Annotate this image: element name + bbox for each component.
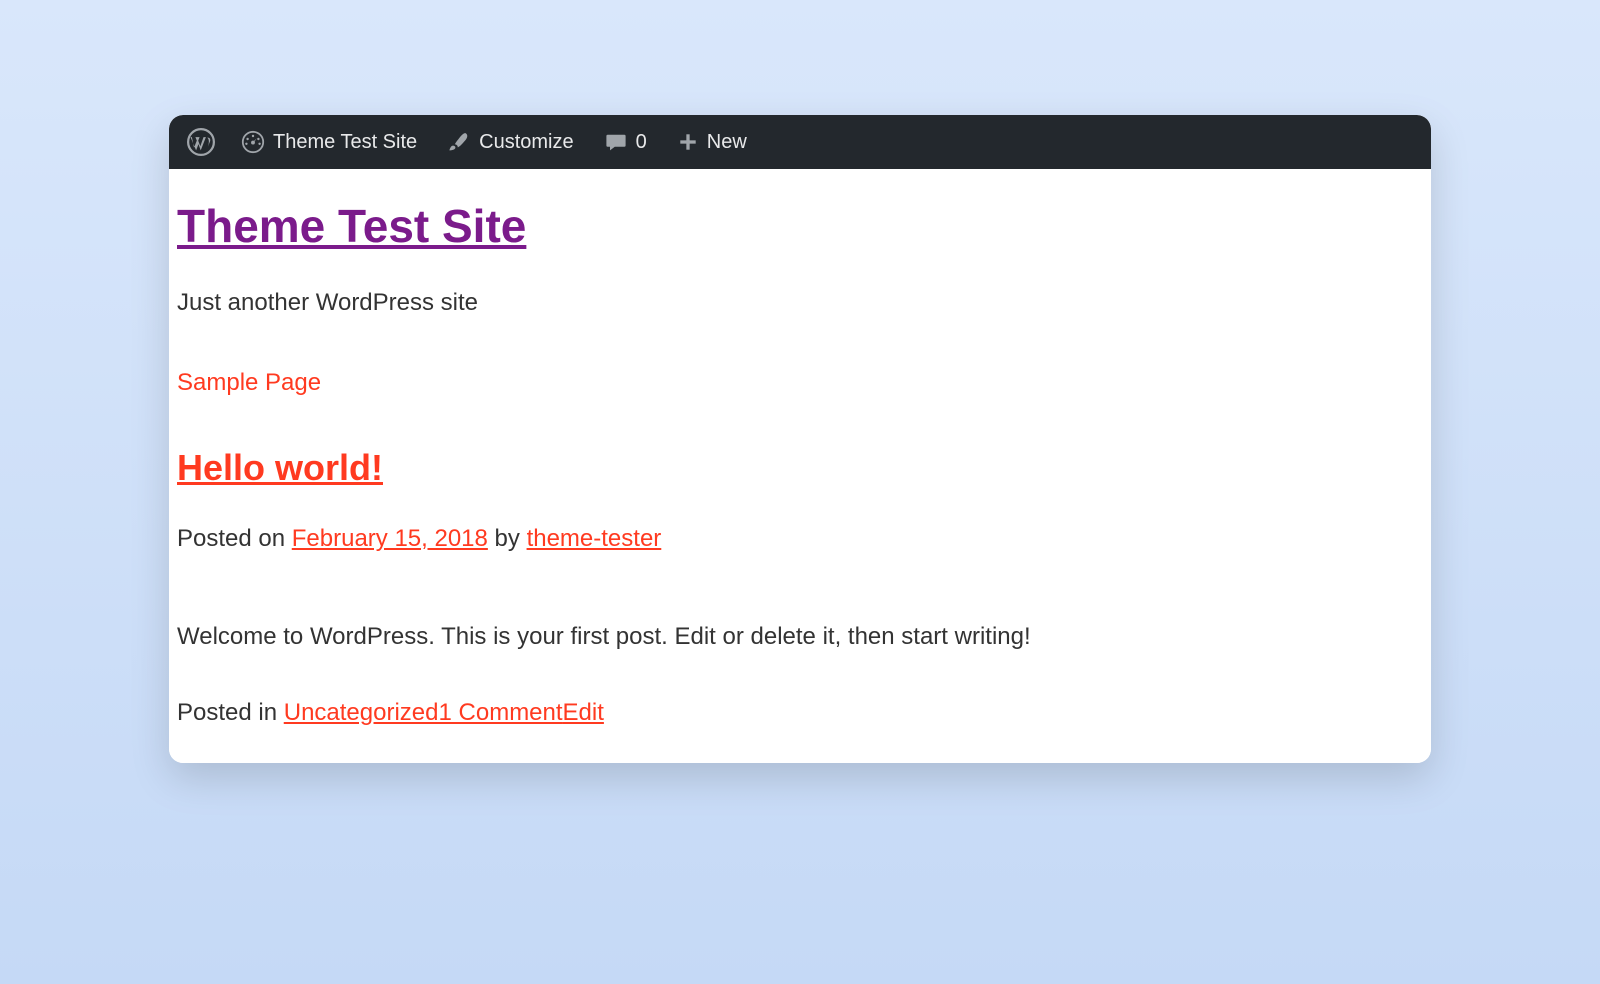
posted-on-text: Posted on <box>177 525 292 552</box>
post-date-link[interactable]: February 15, 2018 <box>292 525 488 552</box>
comment-icon <box>604 130 628 154</box>
wp-logo-menu[interactable] <box>183 115 221 169</box>
wp-admin-bar: Theme Test Site Customize 0 <box>169 115 1431 169</box>
site-name-menu[interactable]: Theme Test Site <box>231 115 427 169</box>
site-title-link[interactable]: Theme Test Site <box>177 200 526 252</box>
site-title: Theme Test Site <box>177 199 1423 253</box>
wordpress-icon <box>187 128 215 156</box>
post-footer: Posted in Uncategorized1 CommentEdit <box>177 699 1423 727</box>
post-body: Welcome to WordPress. This is your first… <box>177 623 1423 651</box>
comments-menu[interactable]: 0 <box>594 115 657 169</box>
post-title: Hello world! <box>177 447 1423 489</box>
posted-in-text: Posted in <box>177 699 284 726</box>
brush-icon <box>447 130 471 154</box>
post-author-link[interactable]: theme-tester <box>527 525 662 552</box>
site-tagline: Just another WordPress site <box>177 289 1423 317</box>
browser-window: Theme Test Site Customize 0 <box>169 115 1431 763</box>
post-meta: Posted on February 15, 2018 by theme-tes… <box>177 525 1423 553</box>
plus-icon <box>677 131 699 153</box>
post-edit-link[interactable]: Edit <box>563 699 604 726</box>
site-name-label: Theme Test Site <box>273 131 417 154</box>
customize-menu[interactable]: Customize <box>437 115 583 169</box>
post-category-link[interactable]: Uncategorized <box>284 699 439 726</box>
customize-label: Customize <box>479 131 573 154</box>
by-text: by <box>488 525 527 552</box>
post-comments-link[interactable]: 1 Comment <box>439 699 563 726</box>
nav-sample-page[interactable]: Sample Page <box>177 369 321 397</box>
new-content-menu[interactable]: New <box>667 115 757 169</box>
dashboard-icon <box>241 130 265 154</box>
page-content: Theme Test Site Just another WordPress s… <box>169 169 1431 763</box>
post-title-link[interactable]: Hello world! <box>177 447 383 488</box>
new-label: New <box>707 131 747 154</box>
comments-count: 0 <box>636 131 647 154</box>
